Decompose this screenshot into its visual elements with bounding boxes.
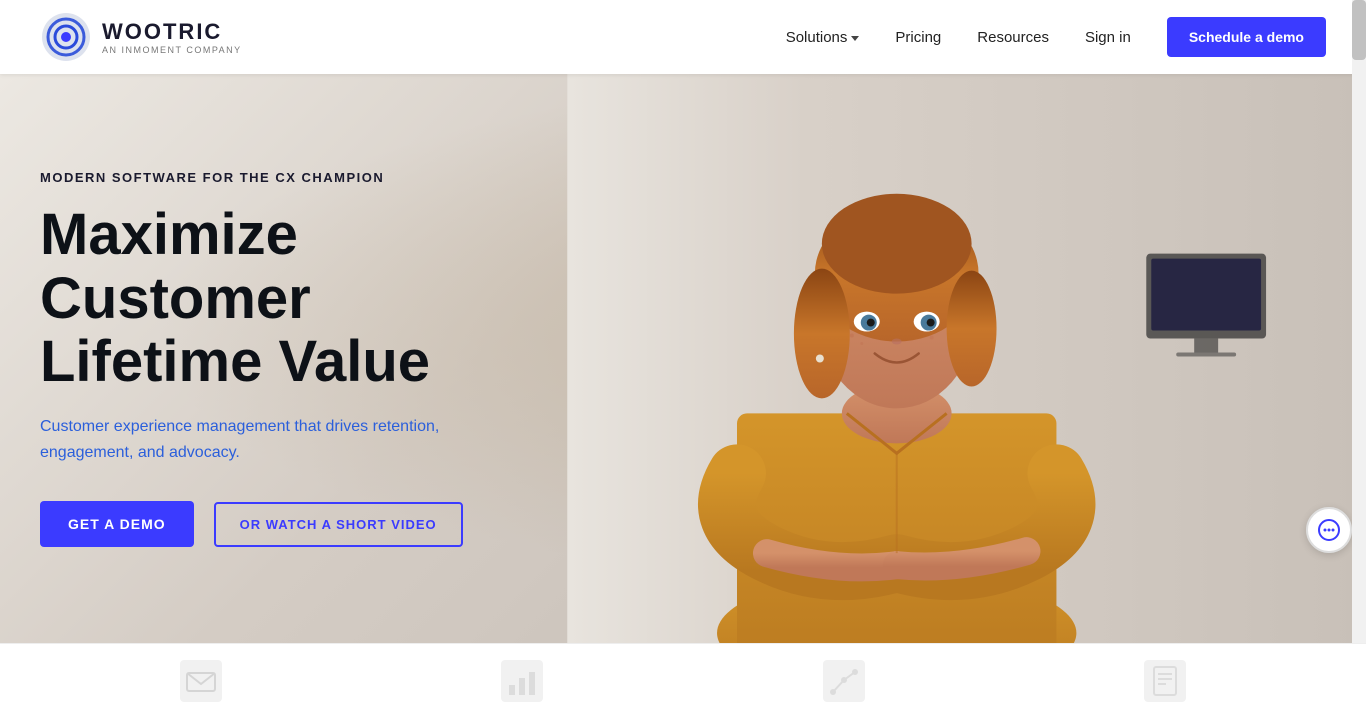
get-demo-button[interactable]: GET A DEMO: [40, 501, 194, 547]
navbar: WOOTRIC AN INMOMENT COMPANY Solutions Pr…: [0, 0, 1366, 74]
schedule-demo-button[interactable]: Schedule a demo: [1167, 17, 1326, 57]
hero-background-image: [478, 74, 1366, 643]
chart-icon: [501, 660, 543, 702]
chat-widget-button[interactable]: [1306, 507, 1352, 553]
scrollbar-thumb[interactable]: [1352, 0, 1366, 60]
chevron-down-icon: [851, 36, 859, 41]
watch-video-button[interactable]: OR WATCH A SHORT VIDEO: [214, 502, 463, 547]
document-icon: [1144, 660, 1186, 702]
nav-pricing[interactable]: Pricing: [895, 29, 941, 46]
logo-name: WOOTRIC: [102, 19, 242, 45]
footer-icon-1: [180, 660, 222, 702]
chat-icon: [1317, 518, 1341, 542]
hero-title: Maximize Customer Lifetime Value: [40, 203, 540, 394]
footer-icon-4: [1144, 660, 1186, 702]
hero-cta-buttons: GET A DEMO OR WATCH A SHORT VIDEO: [40, 501, 540, 547]
graph-icon: [823, 660, 865, 702]
logo-subtitle: AN INMOMENT COMPANY: [102, 45, 242, 55]
logo[interactable]: WOOTRIC AN INMOMENT COMPANY: [40, 11, 242, 63]
hero-section: MODERN SOFTWARE FOR THE CX CHAMPION Maxi…: [0, 74, 1366, 643]
footer-strip: [0, 643, 1366, 717]
nav-signin[interactable]: Sign in: [1085, 29, 1131, 46]
footer-icon-3: [823, 660, 865, 702]
footer-icon-2: [501, 660, 543, 702]
wootric-logo-icon: [40, 11, 92, 63]
nav-resources[interactable]: Resources: [977, 29, 1049, 46]
hero-eyebrow: MODERN SOFTWARE FOR THE CX CHAMPION: [40, 170, 540, 185]
envelope-icon: [180, 660, 222, 702]
hero-content: MODERN SOFTWARE FOR THE CX CHAMPION Maxi…: [0, 170, 580, 548]
nav-links: Solutions Pricing Resources Sign in Sche…: [786, 17, 1326, 57]
scrollbar-track[interactable]: [1352, 0, 1366, 643]
hero-description: Customer experience management that driv…: [40, 414, 500, 465]
nav-solutions[interactable]: Solutions: [786, 29, 860, 46]
